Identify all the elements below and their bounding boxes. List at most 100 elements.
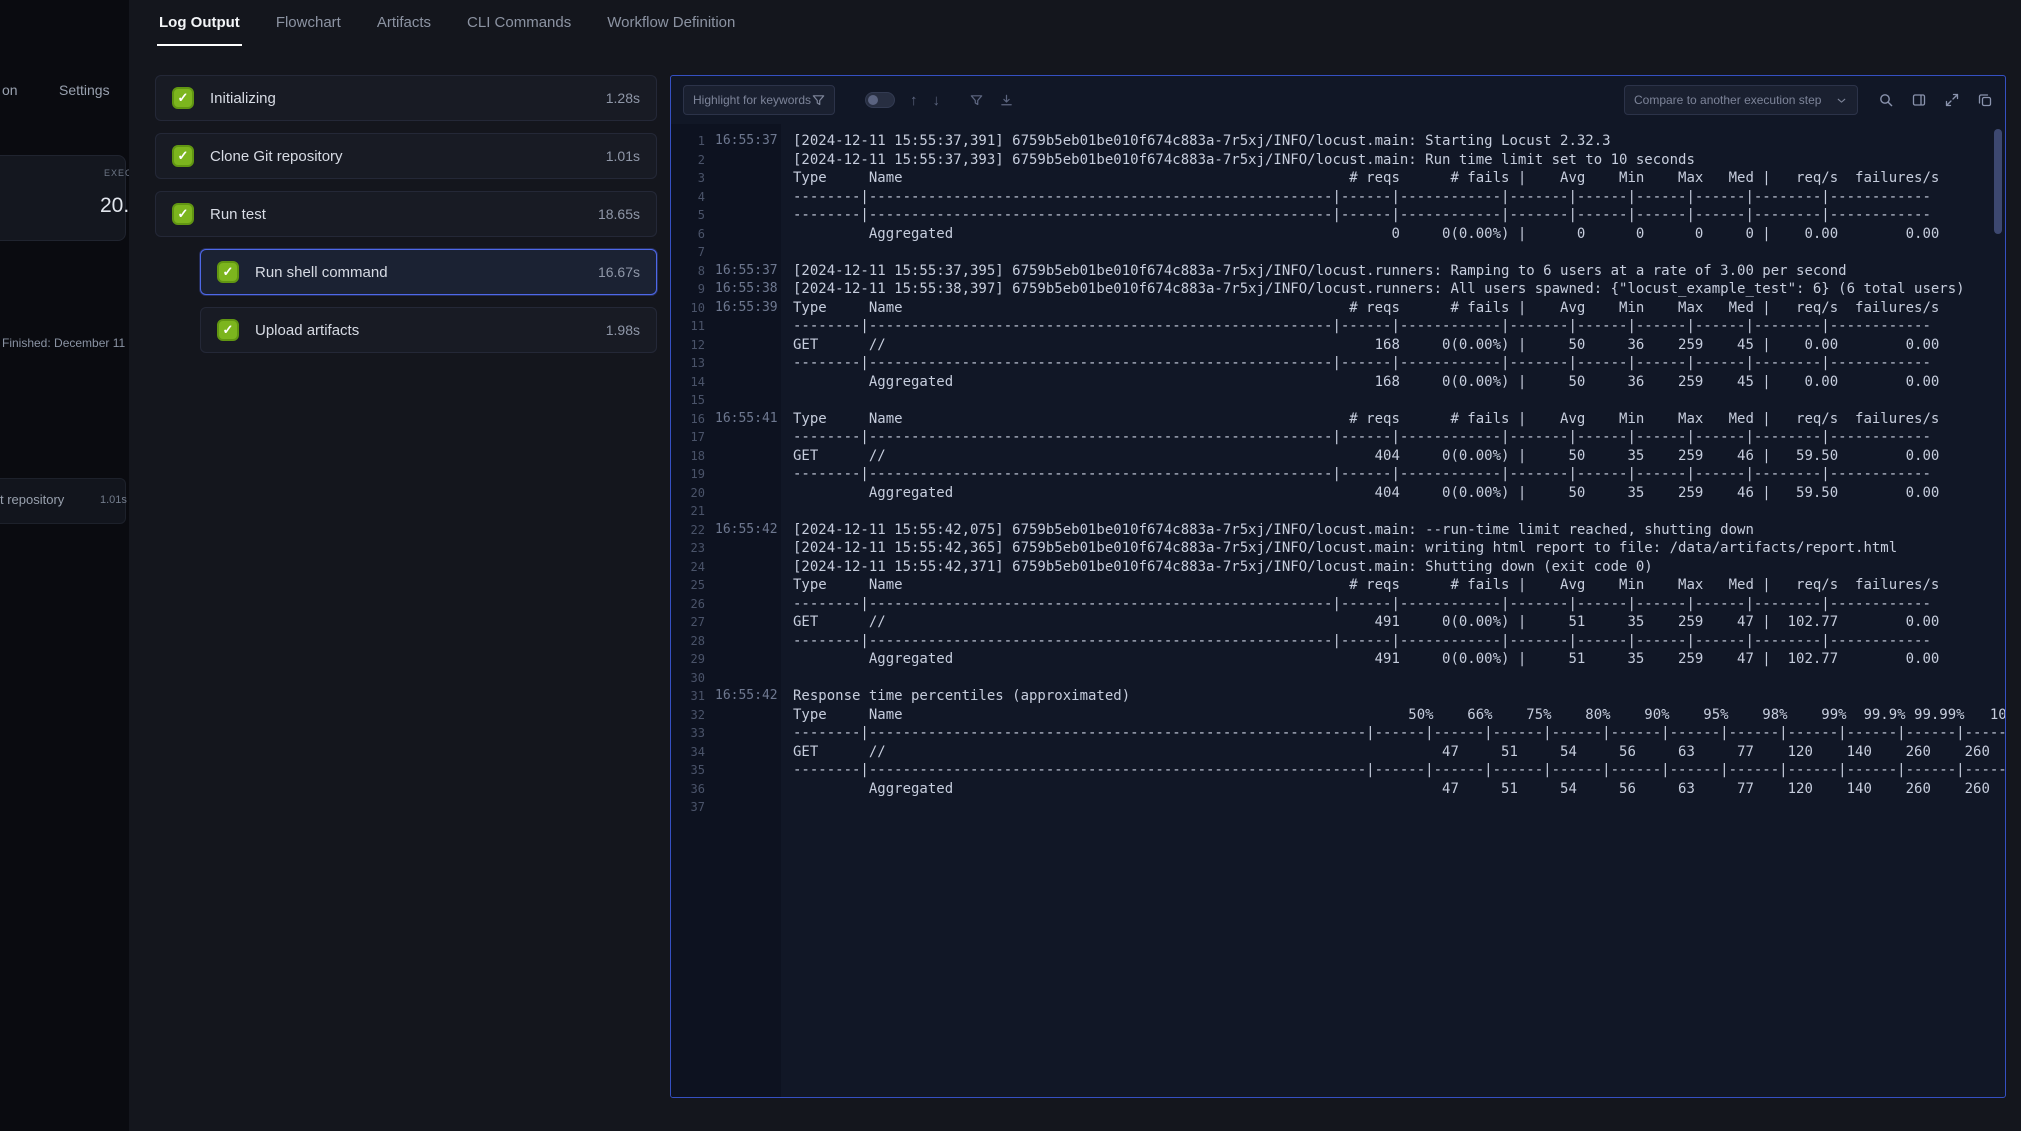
compare-select-value: Compare to another execution step [1634, 93, 1835, 107]
log-text: Aggregated 168 0(0.00%) | 50 36 259 45 |… [781, 373, 1939, 392]
step-upload-artifacts[interactable]: ✓Upload artifacts1.98s [200, 307, 657, 353]
step-duration: 16.67s [598, 264, 640, 280]
log-line: 29 Aggregated 491 0(0.00%) | 51 35 259 4… [671, 650, 2005, 669]
step-initializing[interactable]: ✓Initializing1.28s [155, 75, 657, 121]
line-number: 7 [671, 243, 705, 262]
vertical-scrollbar-thumb[interactable] [1994, 129, 2002, 234]
line-number: 24 [671, 558, 705, 577]
task-row-fragment-duration: 1.01s [100, 494, 127, 506]
log-line: 30 [671, 669, 2005, 688]
log-text: --------|-------------------------------… [781, 761, 2005, 780]
log-line: 14 Aggregated 168 0(0.00%) | 50 36 259 4… [671, 373, 2005, 392]
line-number: 26 [671, 595, 705, 614]
filter-icon [969, 93, 984, 108]
log-text: GET // 491 0(0.00%) | 51 35 259 47 | 102… [781, 613, 1939, 632]
expand-fullscreen-button[interactable] [1944, 92, 1960, 108]
log-text: Type Name 50% 66% 75% 80% 90% 95% 98% 99… [781, 706, 2005, 725]
search-logs-button[interactable] [1878, 92, 1894, 108]
log-line: 6 Aggregated 0 0(0.00%) | 0 0 0 0 | 0.00… [671, 225, 2005, 244]
line-number: 21 [671, 502, 705, 521]
download-logs-button[interactable] [999, 93, 1014, 108]
log-line: 15 [671, 391, 2005, 410]
line-number: 36 [671, 780, 705, 799]
tab-artifacts[interactable]: Artifacts [375, 4, 433, 46]
log-line: 37 [671, 798, 2005, 817]
log-toolbar: Highlight for keywords ↑ ↓ [671, 76, 2005, 124]
nav-item-settings[interactable]: Settings [59, 82, 110, 98]
copy-logs-button[interactable] [1977, 92, 1993, 108]
line-number: 29 [671, 650, 705, 669]
filter-level-button[interactable] [969, 93, 984, 108]
step-run-shell-command[interactable]: ✓Run shell command16.67s [200, 249, 657, 295]
log-search-controls: ↑ ↓ [865, 92, 1014, 109]
log-text: Aggregated 491 0(0.00%) | 51 35 259 47 |… [781, 650, 1939, 669]
line-number: 25 [671, 576, 705, 595]
log-timestamp: 16:55:37 [705, 132, 781, 151]
log-line: 18GET // 404 0(0.00%) | 50 35 259 46 | 5… [671, 447, 2005, 466]
line-number: 6 [671, 225, 705, 244]
log-line: 26 --------|-----------------------------… [671, 595, 2005, 614]
log-action-icons [1878, 92, 1993, 108]
log-text: --------|-------------------------------… [781, 354, 1931, 373]
step-run-test[interactable]: ✓Run test18.65s [155, 191, 657, 237]
step-duration: 1.28s [606, 90, 640, 106]
execution-detail-panel: Log Output Flowchart Artifacts CLI Commands… [129, 0, 2021, 1131]
log-text: --------|-------------------------------… [781, 724, 2005, 743]
scroll-up-button[interactable]: ↑ [910, 92, 918, 109]
expand-icon [1944, 92, 1960, 108]
step-clone-git-repository[interactable]: ✓Clone Git repository1.01s [155, 133, 657, 179]
tab-flowchart[interactable]: Flowchart [274, 4, 343, 46]
toggle-knob [868, 95, 878, 105]
finished-timestamp: Finished: December 11 [2, 336, 125, 350]
highlight-keywords-placeholder: Highlight for keywords [693, 93, 811, 107]
line-number: 9 [671, 280, 705, 299]
log-text: Type Name # reqs # fails | Avg Min Max M… [781, 299, 1939, 318]
step-label: Run shell command [255, 264, 598, 281]
step-duration: 18.65s [598, 206, 640, 222]
log-line: 4--------|------------------------------… [671, 188, 2005, 207]
line-number: 5 [671, 206, 705, 225]
log-text: --------|-------------------------------… [781, 632, 1931, 651]
download-icon [999, 93, 1014, 108]
panel-view-button[interactable] [1911, 92, 1927, 108]
log-text: --------|-------------------------------… [781, 317, 1931, 336]
log-text: --------|-------------------------------… [781, 595, 1931, 614]
highlight-keywords-input[interactable]: Highlight for keywords [683, 85, 835, 115]
log-text: [2024-12-11 15:55:38,397] 6759b5eb01be01… [781, 280, 1965, 299]
line-number: 35 [671, 761, 705, 780]
log-text: Aggregated 0 0(0.00%) | 0 0 0 0 | 0.00 0… [781, 225, 1939, 244]
log-line: 2[2024-12-11 15:55:37,393] 6759b5eb01be0… [671, 151, 2005, 170]
scroll-down-button[interactable]: ↓ [933, 92, 941, 109]
success-check-icon: ✓ [172, 203, 194, 225]
compare-execution-select[interactable]: Compare to another execution step [1624, 85, 1858, 115]
tab-workflow-definition[interactable]: Workflow Definition [605, 4, 737, 46]
metric-value-fragment: 20. [100, 194, 129, 218]
log-text: [2024-12-11 15:55:42,371] 6759b5eb01be01… [781, 558, 1653, 577]
log-line: 33--------|-----------------------------… [671, 724, 2005, 743]
tab-cli-commands[interactable]: CLI Commands [465, 4, 573, 46]
line-number: 11 [671, 317, 705, 336]
step-label: Clone Git repository [210, 148, 606, 165]
toggle-switch[interactable] [865, 92, 895, 108]
line-number: 22 [671, 521, 705, 540]
log-line: 24 [2024-12-11 15:55:42,371] 6759b5eb01be… [671, 558, 2005, 577]
line-number: 23 [671, 539, 705, 558]
filter-icon[interactable] [811, 93, 826, 108]
log-line: 28--------|-----------------------------… [671, 632, 2005, 651]
step-duration: 1.98s [606, 322, 640, 338]
tab-bar: Log Output Flowchart Artifacts CLI Commands… [129, 0, 2021, 46]
log-timestamp: 16:55:37 [705, 262, 781, 281]
log-line: 1616:55:41Type Name # reqs # fails | Avg… [671, 410, 2005, 429]
copy-icon [1977, 92, 1993, 108]
nav-fragment-execution[interactable]: on [2, 82, 18, 98]
tab-log-output[interactable]: Log Output [157, 4, 242, 46]
log-text: --------|-------------------------------… [781, 206, 1931, 225]
step-list: ✓Initializing1.28s✓Clone Git repository1… [155, 75, 657, 365]
log-output-panel: Highlight for keywords ↑ ↓ [670, 75, 2006, 1098]
log-text: --------|-------------------------------… [781, 428, 1931, 447]
log-line: 25Type Name # reqs # fails | Avg Min Max… [671, 576, 2005, 595]
log-line: 21 [671, 502, 2005, 521]
log-line: 3116:55:42Response time percentiles (app… [671, 687, 2005, 706]
log-line: 916:55:38[2024-12-11 15:55:38,397] 6759b… [671, 280, 2005, 299]
log-line: 3Type Name # reqs # fails | Avg Min Max … [671, 169, 2005, 188]
